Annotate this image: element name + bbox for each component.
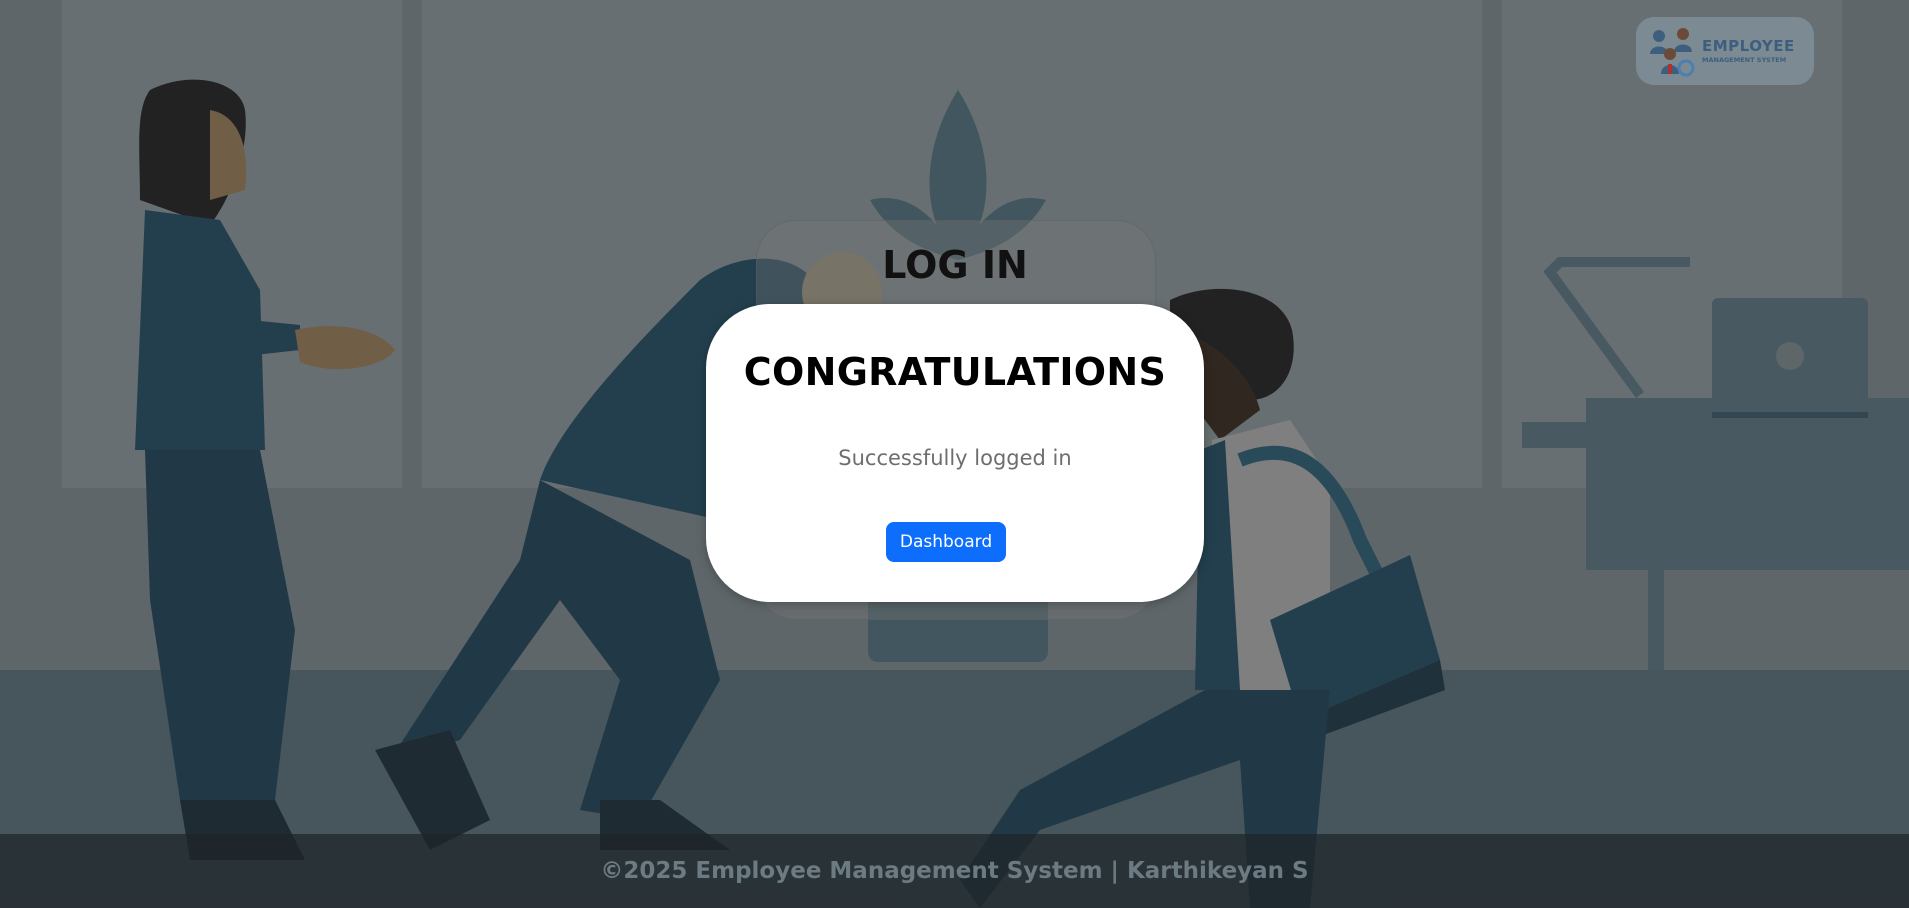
modal-message: Successfully logged in xyxy=(838,446,1072,470)
footer: ©2025 Employee Management System | Karth… xyxy=(0,834,1909,908)
login-title: LOG IN xyxy=(882,243,1028,287)
app-logo[interactable]: EMPLOYEE MANAGEMENT SYSTEM xyxy=(1636,17,1814,85)
logo-title: EMPLOYEE xyxy=(1702,36,1795,55)
dashboard-button[interactable]: Dashboard xyxy=(886,522,1006,562)
logo-text: EMPLOYEE MANAGEMENT SYSTEM xyxy=(1702,36,1795,64)
logo-subtitle: MANAGEMENT SYSTEM xyxy=(1702,55,1787,64)
employees-icon xyxy=(1646,24,1700,78)
modal-title: CONGRATULATIONS xyxy=(743,350,1167,394)
footer-copyright: ©2025 Employee Management System | Karth… xyxy=(600,858,1309,884)
success-modal: CONGRATULATIONS Successfully logged in D… xyxy=(706,304,1204,602)
